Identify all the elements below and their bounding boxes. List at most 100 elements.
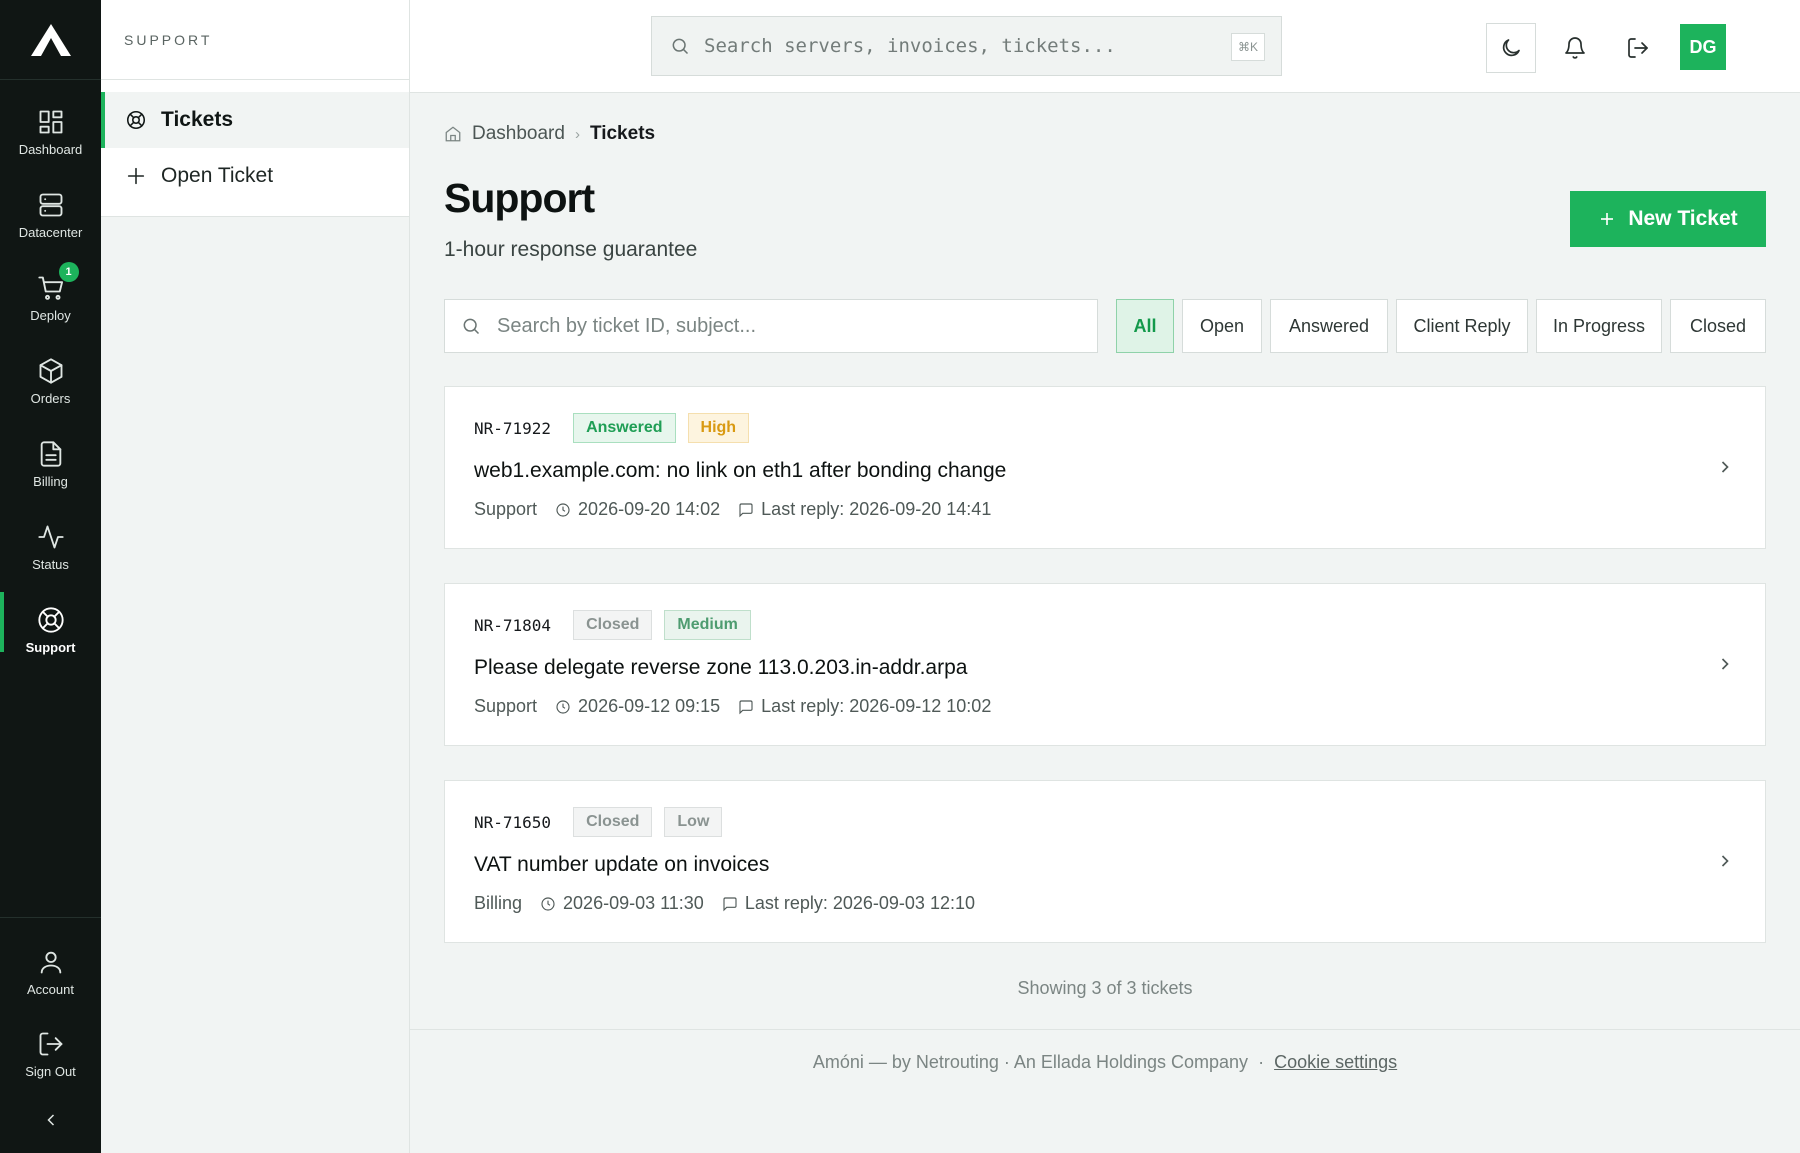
- status-badge: Answered: [573, 413, 676, 443]
- sign-out-icon: [39, 1032, 62, 1055]
- ticket-subject: VAT number update on invoices: [474, 853, 770, 876]
- ticket-created-date: 2026-09-03 11:30: [563, 893, 704, 913]
- plus-icon: [1601, 213, 1614, 225]
- rail-item-billing[interactable]: Billing: [0, 424, 101, 504]
- footer: Amóni — by Netrouting · An Ellada Holdin…: [410, 1052, 1800, 1073]
- subnav-item-tickets[interactable]: Tickets: [101, 92, 409, 148]
- ticket-meta: Billing 2026-09-03 11:30 Last reply: 202…: [474, 893, 975, 914]
- rail-item-label: Support: [25, 639, 76, 655]
- new-ticket-button[interactable]: New Ticket: [1570, 191, 1766, 247]
- chevron-right-icon: [1721, 658, 1729, 670]
- moon-icon: [1502, 39, 1520, 57]
- ticket-meta: Support 2026-09-20 14:02 Last reply: 202…: [474, 499, 991, 520]
- filter-client-reply[interactable]: Client Reply: [1396, 299, 1528, 353]
- status-badge: Closed: [573, 807, 653, 837]
- ticket-created: 2026-09-20 14:02: [555, 499, 720, 520]
- ticket-id: NR-71804: [474, 615, 552, 635]
- subnav-list: Tickets Open Ticket: [101, 80, 409, 217]
- rail-item-label: Billing: [33, 473, 68, 489]
- ticket-department: Support: [474, 499, 538, 519]
- results-count: Showing 3 of 3 tickets: [1017, 978, 1193, 998]
- notifications-button[interactable]: [1550, 23, 1600, 73]
- ticket-id: NR-71922: [474, 418, 552, 438]
- top-bar: Search servers, invoices, tickets... ⌘K …: [410, 0, 1800, 93]
- global-search-input[interactable]: Search servers, invoices, tickets... ⌘K: [651, 16, 1282, 76]
- priority-badge: High: [687, 413, 750, 443]
- global-search-placeholder: Search servers, invoices, tickets...: [704, 35, 1116, 57]
- ticket-created-date: 2026-09-20 14:02: [578, 499, 721, 519]
- breadcrumb-current: Tickets: [589, 123, 656, 144]
- rail-item-deploy[interactable]: 1 Deploy: [0, 258, 101, 338]
- logout-button[interactable]: [1613, 23, 1663, 73]
- cart-count-badge: 1: [58, 261, 79, 282]
- filter-answered[interactable]: Answered: [1270, 299, 1388, 353]
- shortcut-hint: ⌘K: [1231, 33, 1265, 61]
- clock-icon: [556, 502, 570, 517]
- dashboard-icon: [39, 110, 62, 133]
- filter-in-progress[interactable]: In Progress: [1536, 299, 1662, 353]
- rail-item-support[interactable]: Support: [0, 590, 101, 670]
- brand-logo[interactable]: [0, 0, 101, 80]
- page-subtitle: 1-hour response guarantee: [444, 238, 698, 261]
- theme-toggle-button[interactable]: [1486, 23, 1536, 73]
- message-icon: [723, 896, 737, 911]
- message-icon: [739, 502, 753, 517]
- ticket-search-input[interactable]: Search by ticket ID, subject...: [444, 299, 1098, 353]
- ticket-header-row: NR-71804 Closed Medium: [474, 610, 751, 640]
- filter-open[interactable]: Open: [1182, 299, 1262, 353]
- collapse-sidebar-button[interactable]: [0, 1102, 101, 1138]
- app-rail: Dashboard Datacenter 1 Deploy Orders Bil…: [0, 0, 101, 1153]
- ticket-last-reply: Last reply: 2026-09-03 12:10: [722, 893, 975, 914]
- ticket-last-reply-text: Last reply: 2026-09-03 12:10: [744, 893, 975, 913]
- lifebuoy-icon: [126, 110, 146, 130]
- rail-item-label: Status: [32, 556, 69, 572]
- rail-item-datacenter[interactable]: Datacenter: [0, 175, 101, 255]
- new-ticket-label: New Ticket: [1628, 207, 1738, 230]
- rail-item-status[interactable]: Status: [0, 507, 101, 587]
- rail-item-label: Orders: [30, 390, 71, 406]
- rail-item-account[interactable]: Account: [0, 932, 101, 1012]
- lifebuoy-icon: [37, 606, 64, 633]
- breadcrumb-dashboard-link[interactable]: Dashboard: [472, 123, 565, 145]
- chevron-right-icon: [1721, 461, 1729, 473]
- footer-text: Amóni — by Netrouting · An Ellada Holdin…: [812, 1052, 1249, 1072]
- invoice-icon: [40, 440, 61, 467]
- breadcrumb: Dashboard › Tickets: [444, 123, 655, 145]
- cookie-settings-link[interactable]: Cookie settings: [1274, 1052, 1397, 1072]
- ticket-last-reply: Last reply: 2026-09-20 14:41: [738, 499, 991, 520]
- rail-item-dashboard[interactable]: Dashboard: [0, 92, 101, 172]
- subnav-item-label: Tickets: [161, 108, 233, 131]
- ticket-last-reply: Last reply: 2026-09-12 10:02: [738, 696, 991, 717]
- sign-out-icon: [1628, 38, 1648, 58]
- user-icon: [40, 951, 61, 973]
- subnav-item-open-ticket[interactable]: Open Ticket: [101, 148, 409, 204]
- ticket-card[interactable]: NR-71922 Answered High web1.example.com:…: [444, 386, 1766, 549]
- ticket-card[interactable]: NR-71804 Closed Medium Please delegate r…: [444, 583, 1766, 746]
- clock-icon: [541, 896, 555, 911]
- rail-item-orders[interactable]: Orders: [0, 341, 101, 421]
- ticket-meta: Support 2026-09-12 09:15 Last reply: 202…: [474, 696, 991, 717]
- status-badge: Closed: [573, 610, 653, 640]
- rail-item-label: Deploy: [30, 307, 71, 323]
- search-icon: [672, 38, 689, 55]
- filter-all[interactable]: All: [1116, 299, 1174, 353]
- cart-icon-wrap: 1: [37, 261, 79, 302]
- filter-closed[interactable]: Closed: [1670, 299, 1766, 353]
- message-icon: [739, 699, 753, 714]
- home-icon: [445, 126, 461, 142]
- ticket-created: 2026-09-03 11:30: [540, 893, 704, 914]
- ticket-last-reply-text: Last reply: 2026-09-12 10:02: [761, 696, 992, 716]
- priority-badge: Low: [664, 807, 723, 837]
- rail-item-label: Datacenter: [18, 224, 83, 240]
- ticket-header-row: NR-71922 Answered High: [474, 413, 750, 443]
- ticket-last-reply-text: Last reply: 2026-09-20 14:41: [761, 499, 992, 519]
- ticket-department: Billing: [474, 893, 523, 913]
- package-icon: [39, 357, 62, 384]
- user-avatar[interactable]: DG: [1680, 24, 1726, 70]
- ticket-card[interactable]: NR-71650 Closed Low VAT number update on…: [444, 780, 1766, 943]
- rail-item-sign-out[interactable]: Sign Out: [0, 1014, 101, 1094]
- chevron-right-icon: [1721, 855, 1729, 867]
- chevron-left-icon: [46, 1114, 54, 1126]
- rail-item-label: Dashboard: [18, 141, 83, 157]
- subnav-item-label: Open Ticket: [161, 164, 274, 187]
